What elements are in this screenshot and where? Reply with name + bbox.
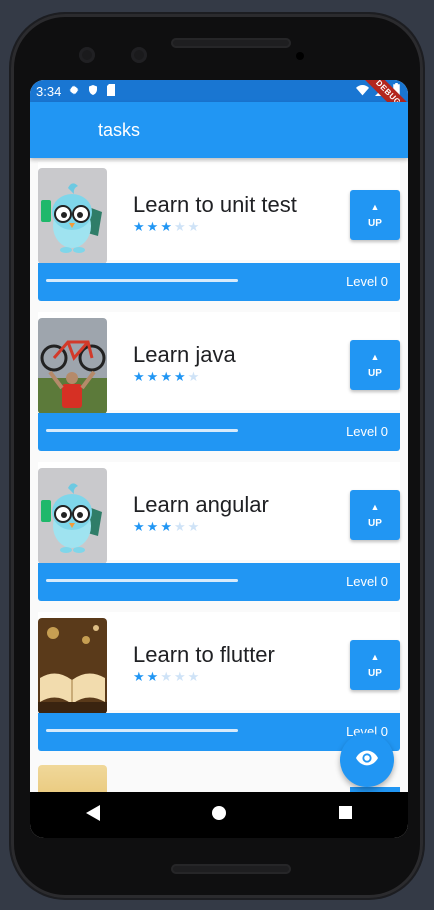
shield-icon bbox=[87, 84, 99, 99]
task-progress-bar: Level 0 bbox=[38, 263, 400, 301]
level-label: Level 0 bbox=[346, 424, 388, 439]
task-card-header: Learn to flutter ★ ★ ★ ★ ★ ▲ UP bbox=[38, 612, 400, 714]
star-icon: ★ bbox=[173, 369, 186, 384]
star-icon: ★ bbox=[187, 669, 200, 684]
star-icon: ★ bbox=[133, 219, 145, 234]
star-icon: ★ bbox=[173, 669, 186, 684]
star-icon: ★ bbox=[173, 519, 186, 534]
status-bar: 3:34 DEBUG bbox=[30, 80, 408, 127]
level-up-button[interactable]: ▲ UP bbox=[350, 340, 400, 390]
task-progress-bar: Level 0 bbox=[38, 563, 400, 601]
difficulty-stars: ★ ★ ★ ★ ★ bbox=[133, 670, 199, 683]
bottom-speaker bbox=[171, 864, 291, 874]
top-speaker bbox=[171, 38, 291, 48]
task-title: Learn to flutter bbox=[133, 642, 275, 667]
level-up-button[interactable]: ▲ UP bbox=[350, 490, 400, 540]
task-card: Learn to flutter ★ ★ ★ ★ ★ ▲ UP Level 0 bbox=[38, 612, 400, 752]
task-progress-bar: Level 0 bbox=[38, 413, 400, 451]
home-icon[interactable] bbox=[212, 805, 227, 825]
star-icon: ★ bbox=[146, 369, 159, 384]
wifi-icon bbox=[356, 84, 369, 99]
app-bar: tasks bbox=[30, 102, 408, 158]
task-image bbox=[38, 168, 107, 264]
star-icon: ★ bbox=[146, 669, 159, 684]
star-icon: ★ bbox=[187, 219, 200, 234]
star-icon: ★ bbox=[187, 519, 200, 534]
app-screen: 3:34 DEBUG tasks Learn to unit test ★ ★ … bbox=[30, 80, 408, 838]
up-label: UP bbox=[368, 667, 382, 679]
progress-track bbox=[46, 579, 238, 582]
level-up-button[interactable]: ▲ UP bbox=[350, 190, 400, 240]
star-icon: ★ bbox=[160, 519, 172, 534]
arrow-up-icon: ▲ bbox=[370, 501, 380, 512]
task-card-header: Learn angular ★ ★ ★ ★ ★ ▲ UP bbox=[38, 462, 400, 564]
gear-icon bbox=[68, 84, 80, 99]
task-card: Learn angular ★ ★ ★ ★ ★ ▲ UP Level 0 bbox=[38, 462, 400, 602]
level-label: Level 0 bbox=[346, 574, 388, 589]
up-label: UP bbox=[368, 517, 382, 529]
progress-track bbox=[46, 279, 238, 282]
app-title: tasks bbox=[98, 119, 141, 140]
star-icon: ★ bbox=[133, 669, 145, 684]
up-label: UP bbox=[368, 367, 382, 379]
task-title: Learn angular bbox=[133, 492, 269, 517]
eye-icon bbox=[356, 750, 378, 771]
camera-right bbox=[131, 47, 147, 63]
status-time: 3:34 bbox=[36, 83, 62, 99]
task-card: Learn java ★ ★ ★ ★ ★ ▲ UP Level 0 bbox=[38, 312, 400, 452]
task-card-header: Learn java ★ ★ ★ ★ ★ ▲ UP bbox=[38, 312, 400, 414]
toggle-visibility-fab[interactable] bbox=[340, 733, 394, 787]
star-icon: ★ bbox=[160, 669, 172, 684]
difficulty-stars: ★ ★ ★ ★ ★ bbox=[133, 520, 199, 533]
up-label: UP bbox=[368, 217, 382, 229]
task-image bbox=[38, 468, 107, 564]
task-image bbox=[38, 318, 107, 414]
task-image bbox=[38, 618, 107, 714]
sd-card-icon bbox=[106, 83, 116, 99]
star-icon: ★ bbox=[160, 219, 172, 234]
arrow-up-icon: ▲ bbox=[370, 351, 380, 362]
star-icon: ★ bbox=[146, 519, 159, 534]
recents-icon[interactable] bbox=[338, 806, 352, 824]
star-icon: ★ bbox=[146, 219, 159, 234]
back-icon[interactable] bbox=[86, 804, 101, 826]
star-icon: ★ bbox=[133, 519, 145, 534]
level-label: Level 0 bbox=[346, 274, 388, 289]
star-icon: ★ bbox=[133, 369, 145, 384]
star-icon: ★ bbox=[173, 219, 186, 234]
arrow-up-icon: ▲ bbox=[370, 651, 380, 662]
progress-track bbox=[46, 429, 238, 432]
star-icon: ★ bbox=[187, 369, 200, 384]
star-icon: ★ bbox=[160, 369, 172, 384]
camera-left bbox=[79, 47, 95, 63]
task-title: Learn to unit test bbox=[133, 192, 297, 217]
system-nav-bar bbox=[30, 792, 408, 838]
difficulty-stars: ★ ★ ★ ★ ★ bbox=[133, 220, 199, 233]
proximity-sensor bbox=[296, 52, 304, 60]
task-card-header: Learn to unit test ★ ★ ★ ★ ★ ▲ UP bbox=[38, 162, 400, 264]
level-up-button[interactable]: ▲ UP bbox=[350, 640, 400, 690]
arrow-up-icon: ▲ bbox=[370, 201, 380, 212]
progress-track bbox=[46, 729, 238, 732]
difficulty-stars: ★ ★ ★ ★ ★ bbox=[133, 370, 199, 383]
task-title: Learn java bbox=[133, 342, 236, 367]
task-card: Learn to unit test ★ ★ ★ ★ ★ ▲ UP Level 0 bbox=[38, 162, 400, 302]
